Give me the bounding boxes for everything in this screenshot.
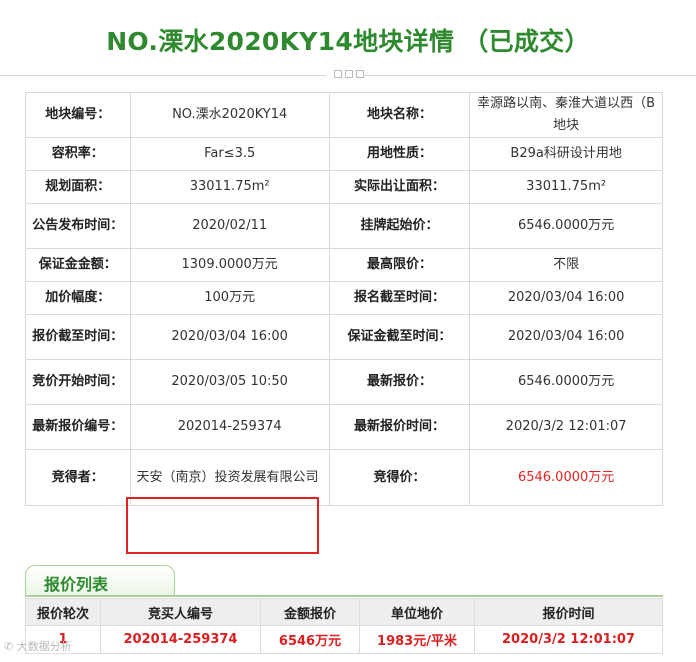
latest-quote-time-value: 2020/3/2 12:01:07 [469, 404, 663, 450]
far-value: Far≤3.5 [129, 137, 330, 171]
table-row: 1 202014-259374 6546万元 1983元/平米 2020/3/2… [25, 625, 663, 654]
bid-col-bidder: 竞买人编号 [100, 598, 261, 626]
tab-underline [25, 595, 663, 597]
detail-row: 容积率： Far≤3.5 用地性质： B29a科研设计用地 [25, 137, 663, 171]
quote-deadline-value: 2020/03/04 16:00 [129, 314, 330, 360]
title-divider [0, 70, 696, 80]
actual-area-value: 33011.75m² [469, 170, 663, 204]
bid-col-time: 报价时间 [474, 598, 663, 626]
auction-start-label: 竞价开始时间： [25, 359, 131, 405]
auction-start-value: 2020/03/05 10:50 [129, 359, 330, 405]
bid-unit-price-cell: 1983元/平米 [359, 625, 475, 654]
bid-amount-cell: 6546万元 [260, 625, 360, 654]
detail-row: 加价幅度： 100万元 报名截至时间： 2020/03/04 16:00 [25, 281, 663, 315]
bid-table-header: 报价轮次 竞买人编号 金额报价 单位地价 报价时间 [25, 598, 663, 626]
deposit-deadline-value: 2020/03/04 16:00 [469, 314, 663, 360]
winning-price-label: 竞得价： [328, 449, 471, 506]
latest-quote-time-label: 最新报价时间： [328, 404, 471, 450]
bid-col-amount: 金额报价 [260, 598, 360, 626]
winner-label: 竞得者： [25, 449, 131, 506]
detail-row: 报价截至时间： 2020/03/04 16:00 保证金截至时间： 2020/0… [25, 314, 663, 360]
price-cap-value: 不限 [469, 248, 663, 282]
detail-row: 地块编号： NO.溧水2020KY14 地块名称： 幸源路以南、秦淮大道以西（B… [25, 92, 663, 138]
actual-area-label: 实际出让面积： [328, 170, 471, 204]
latest-quote-no-value: 202014-259374 [129, 404, 330, 450]
bid-list-table: 报价轮次 竞买人编号 金额报价 单位地价 报价时间 1 202014-25937… [25, 598, 663, 654]
signup-deadline-value: 2020/03/04 16:00 [469, 281, 663, 315]
detail-row: 竞得者： 天安（南京）投资发展有限公司 竞得价： 6546.0000万元 [25, 449, 663, 506]
increment-label: 加价幅度： [25, 281, 131, 315]
detail-row: 公告发布时间： 2020/02/11 挂牌起始价： 6546.0000万元 [25, 203, 663, 249]
detail-row: 最新报价编号： 202014-259374 最新报价时间： 2020/3/2 1… [25, 404, 663, 450]
plan-area-label: 规划面积： [25, 170, 131, 204]
deposit-deadline-label: 保证金截至时间： [328, 314, 471, 360]
detail-row: 竞价开始时间： 2020/03/05 10:50 最新报价： 6546.0000… [25, 359, 663, 405]
bid-col-round: 报价轮次 [25, 598, 101, 626]
parcel-no-value: NO.溧水2020KY14 [129, 92, 330, 138]
winner-highlight-box [126, 497, 319, 554]
signup-deadline-label: 报名截至时间： [328, 281, 471, 315]
bid-time-cell: 2020/3/2 12:01:07 [474, 625, 663, 654]
page-title: NO.溧水2020KY14地块详情 （已成交） [106, 27, 590, 56]
plan-area-value: 33011.75m² [129, 170, 330, 204]
quote-deadline-label: 报价截至时间： [25, 314, 131, 360]
bid-bidder-cell: 202014-259374 [100, 625, 261, 654]
far-label: 容积率： [25, 137, 131, 171]
deposit-label: 保证金金额： [25, 248, 131, 282]
latest-quote-value: 6546.0000万元 [469, 359, 663, 405]
increment-value: 100万元 [129, 281, 330, 315]
winning-price-value: 6546.0000万元 [469, 449, 663, 506]
detail-row: 保证金金额： 1309.0000万元 最高限价： 不限 [25, 248, 663, 282]
tab-bid-list[interactable]: 报价列表 [25, 565, 175, 596]
price-cap-label: 最高限价： [328, 248, 471, 282]
deposit-value: 1309.0000万元 [129, 248, 330, 282]
start-price-label: 挂牌起始价： [328, 203, 471, 249]
bid-col-unit-price: 单位地价 [359, 598, 475, 626]
land-detail-table: 地块编号： NO.溧水2020KY14 地块名称： 幸源路以南、秦淮大道以西（B… [25, 92, 663, 506]
tab-bid-list-label: 报价列表 [44, 575, 109, 594]
start-price-value: 6546.0000万元 [469, 203, 663, 249]
parcel-name-value: 幸源路以南、秦淮大道以西（B地块 [469, 92, 663, 138]
announce-date-value: 2020/02/11 [129, 203, 330, 249]
land-use-label: 用地性质： [328, 137, 471, 171]
land-use-value: B29a科研设计用地 [469, 137, 663, 171]
parcel-name-label: 地块名称： [328, 92, 471, 138]
latest-quote-no-label: 最新报价编号： [25, 404, 131, 450]
watermark: ✆ 大数据分析 [4, 640, 72, 653]
parcel-no-label: 地块编号： [25, 92, 131, 138]
detail-row: 规划面积： 33011.75m² 实际出让面积： 33011.75m² [25, 170, 663, 204]
latest-quote-label: 最新报价： [328, 359, 471, 405]
announce-date-label: 公告发布时间： [25, 203, 131, 249]
